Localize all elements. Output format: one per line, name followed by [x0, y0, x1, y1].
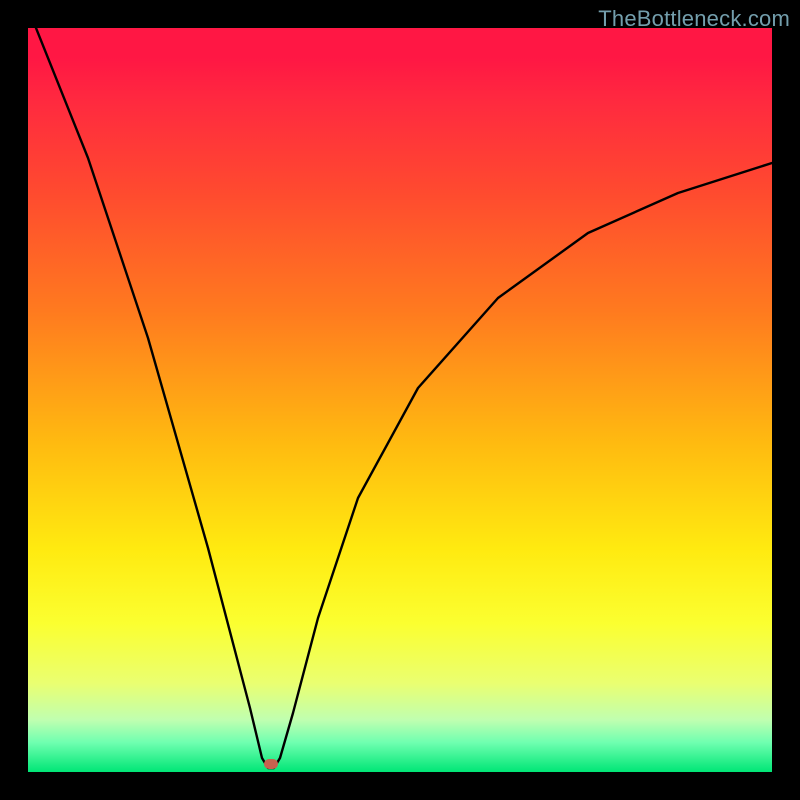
minimum-marker — [264, 759, 278, 769]
plot-area — [28, 28, 772, 772]
watermark-text: TheBottleneck.com — [598, 6, 790, 32]
chart-frame: TheBottleneck.com — [0, 0, 800, 800]
bottleneck-curve — [28, 28, 772, 772]
curve-path — [28, 28, 772, 768]
